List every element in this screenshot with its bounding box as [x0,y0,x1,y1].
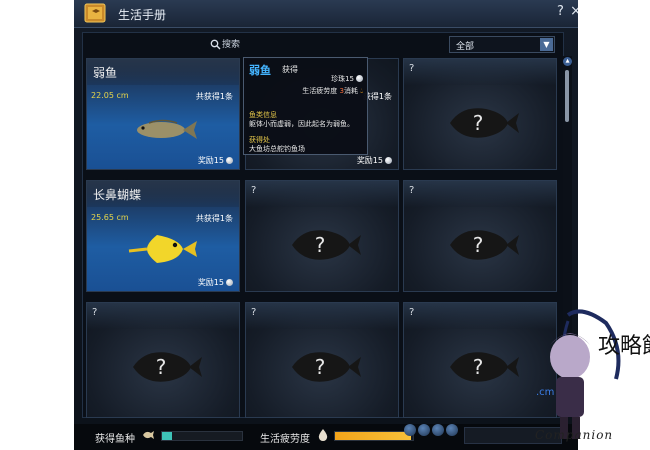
page-dot[interactable] [432,424,444,436]
fish-card-unknown[interactable]: ? ? [245,180,399,292]
pearl-icon [385,157,392,164]
svg-text:.cm: .cm [536,387,554,398]
page-indicator[interactable] [404,424,464,438]
fish-name: 弱鱼 [93,66,118,80]
unknown-label: ? [251,307,257,318]
svg-text:?: ? [315,355,326,379]
species-label: 获得鱼种 [95,434,135,445]
title-bar[interactable]: 生活手册 ? × [74,0,578,28]
page-dot[interactable] [418,424,430,436]
unknown-fish-icon: ? [292,352,361,382]
unknown-fish-icon: ? [292,230,361,260]
unknown-label: ? [409,307,415,318]
tooltip-info-text: 躯体小而虚弱，因此起名为弱鱼。 [249,120,354,128]
scrollbar-thumb[interactable] [565,70,569,122]
fish-card-unknown[interactable]: ? ? [403,58,557,170]
unknown-fish-icon: ? [450,108,519,138]
card-header [87,303,239,329]
unknown-label: ? [92,307,98,318]
fish-species-icon [143,431,154,439]
fish-card[interactable]: 长鼻蝴蝶 25.65 cm 共获得1条 奖励15 [86,180,240,292]
fish-card-unknown[interactable]: ? ? [86,302,240,418]
drop-icon [318,429,328,441]
page-dot[interactable] [446,424,458,436]
watermark-text: Companion [535,428,614,442]
chevron-down-icon[interactable]: ▼ [540,38,553,51]
tooltip-source-text: 大鱼坊总舵钓鱼场 [249,145,305,153]
search-icon [210,39,221,50]
scroll-up-button[interactable]: ▲ [563,57,572,66]
card-header [246,181,398,207]
catch-count: 共获得1条 [195,92,233,101]
fish-tooltip: 弱鱼 获得 珍珠15 生活疲劳度 3消耗 💧︎ 鱼类信息 躯体小而虚弱，因此起名… [243,57,368,155]
pearl-icon [356,75,363,82]
reward: 奖励15 [357,155,392,166]
drop-icon: 💧︎ [360,87,363,95]
window-title: 生活手册 [118,8,167,22]
unknown-fish-icon: ? [450,230,519,260]
fatigue-progress-bar [334,431,414,441]
unknown-fish-icon: ? [450,352,519,382]
fatigue-progress-fill [335,432,411,440]
tooltip-fish-name: 弱鱼 [249,64,271,77]
svg-text:攻略館: 攻略館 [598,334,650,359]
unknown-label: ? [409,185,415,196]
svg-text:?: ? [473,111,484,135]
close-button[interactable]: × [570,3,578,19]
card-header [404,59,556,85]
help-button[interactable]: ? [557,4,564,19]
unknown-label: ? [409,63,415,74]
pearl-icon [226,279,233,286]
fish-name: 长鼻蝴蝶 [93,188,142,202]
pearl-icon [226,157,233,164]
filter-value: 全部 [456,42,475,52]
fatigue-label: 生活疲劳度 [260,434,310,445]
book-icon [84,3,106,23]
butterflyfish-icon [128,235,197,263]
fish-card-unknown[interactable]: ? ? [245,302,399,418]
unknown-fish-icon: ? [133,352,202,382]
fish-card[interactable]: 弱鱼 22.05 cm 共获得1条 奖励15 [86,58,240,170]
fish-size: 22.05 cm [91,91,129,100]
unknown-label: ? [251,185,257,196]
reward: 奖励15 [198,155,233,166]
fish-card-unknown[interactable]: ? ? [403,180,557,292]
svg-text:?: ? [156,355,167,379]
tooltip-state: 获得 [282,65,298,74]
tooltip-fatigue: 生活疲劳度 3消耗 💧︎ [302,87,363,95]
card-header [246,303,398,329]
species-progress-bar [161,431,243,441]
page-dot[interactable] [404,424,416,436]
svg-text:?: ? [473,355,484,379]
svg-text:?: ? [315,233,326,257]
search-input[interactable] [222,37,362,53]
svg-text:?: ? [473,233,484,257]
fish-icon [137,119,197,139]
filter-select[interactable]: 全部 ▼ [449,36,555,53]
card-header [404,181,556,207]
reward: 奖励15 [198,277,233,288]
catch-count: 共获得1条 [195,214,233,223]
species-progress-fill [162,432,172,440]
tooltip-pearl: 珍珠15 [331,74,363,84]
fish-size: 25.65 cm [91,213,129,222]
